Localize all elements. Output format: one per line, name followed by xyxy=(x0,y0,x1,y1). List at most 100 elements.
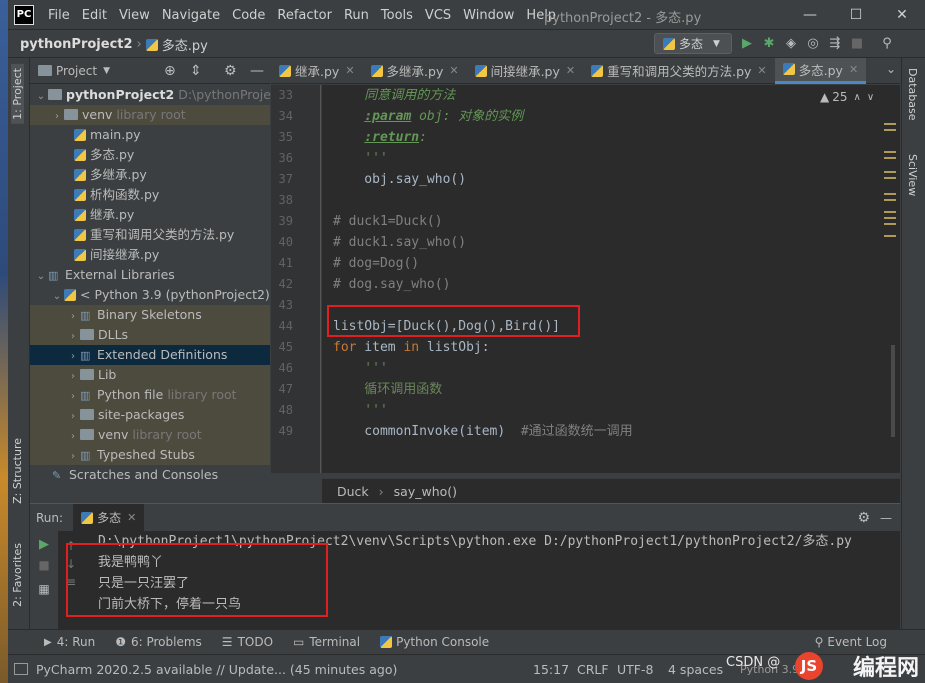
doc-tag: :return xyxy=(364,130,420,145)
editor-tab[interactable]: 间接继承.py ✕ xyxy=(467,58,584,84)
breadcrumb-file[interactable]: 多态.py xyxy=(162,35,208,54)
tree-file[interactable]: 析构函数.py xyxy=(30,185,270,205)
tree-file[interactable]: main.py xyxy=(30,125,270,145)
hide-icon[interactable]: — xyxy=(250,63,264,79)
search-icon[interactable]: ⚲ xyxy=(876,33,898,55)
close-tab-icon[interactable]: ✕ xyxy=(849,63,858,76)
run-tab[interactable]: 多态 ✕ xyxy=(73,504,145,531)
desktop-background xyxy=(0,0,8,683)
gear-icon[interactable]: ⚙ xyxy=(224,63,237,79)
tab-problems[interactable]: ❶ 6: Problems xyxy=(105,635,212,649)
tree-node-python-sdk[interactable]: ⌄ < Python 3.9 (pythonProject2) > xyxy=(30,285,284,305)
tool-window-icon[interactable] xyxy=(14,663,28,675)
tree-node-external-libraries[interactable]: ⌄ ▥ External Libraries xyxy=(30,265,270,285)
maximize-icon[interactable]: ☐ xyxy=(833,7,879,23)
menu-window[interactable]: Window xyxy=(457,8,520,23)
status-message[interactable]: PyCharm 2020.2.5 available // Update... … xyxy=(36,662,397,677)
tab-todo[interactable]: ☰ TODO xyxy=(212,635,283,649)
menu-run[interactable]: Run xyxy=(338,8,375,23)
code-editor[interactable]: 同意调用的方法 :param obj: 对象的实例 :return: ''' o… xyxy=(322,85,877,473)
terminal-icon: ▭ xyxy=(293,635,305,649)
chevron-down-icon[interactable]: ▼ xyxy=(103,66,110,76)
close-tab-icon[interactable]: ✕ xyxy=(566,64,575,77)
tree-file[interactable]: 重写和调用父类的方法.py xyxy=(30,225,270,245)
close-tab-icon[interactable]: ✕ xyxy=(449,64,458,77)
tree-node-library[interactable]: › Lib xyxy=(30,365,270,385)
tab-project[interactable]: 1: Project xyxy=(11,64,24,124)
menu-tools[interactable]: Tools xyxy=(375,8,419,23)
editor-tab-active[interactable]: 多态.py ✕ xyxy=(774,57,867,84)
chevron-up-icon[interactable]: ∧ xyxy=(854,92,861,103)
project-panel-title[interactable]: Project xyxy=(56,64,97,78)
close-icon[interactable]: ✕ xyxy=(879,7,925,23)
tab-favorites[interactable]: 2: Favorites xyxy=(11,543,24,607)
editor-tab[interactable]: 多继承.py ✕ xyxy=(363,58,467,84)
line-number: 43 xyxy=(278,298,293,312)
hide-icon[interactable]: — xyxy=(880,511,892,525)
tree-node-venv[interactable]: › venv library root xyxy=(30,105,270,125)
tree-node-library-selected[interactable]: › ▥ Extended Definitions xyxy=(30,345,270,365)
chevron-down-icon[interactable]: ∨ xyxy=(867,92,874,103)
run-icon[interactable]: ▶ xyxy=(736,33,758,55)
close-tab-icon[interactable]: ✕ xyxy=(127,511,136,524)
menu-file[interactable]: File xyxy=(42,8,76,23)
debug-icon[interactable]: ✱ xyxy=(758,33,780,55)
tree-node-library[interactable]: › ▥ Python file library root xyxy=(30,385,270,405)
tab-event-log[interactable]: ⚲ Event Log xyxy=(805,635,897,649)
line-separator[interactable]: CRLF xyxy=(577,662,609,677)
tree-file[interactable]: 间接继承.py xyxy=(30,245,270,265)
concurrency-icon[interactable]: ⇶ xyxy=(824,33,846,55)
tab-database[interactable]: Database xyxy=(906,68,919,121)
code-line: # dog.say_who() xyxy=(333,277,451,292)
locate-icon[interactable]: ⊕ xyxy=(164,63,176,79)
editor-tab[interactable]: 重写和调用父类的方法.py ✕ xyxy=(583,58,775,84)
profile-icon[interactable]: ◎ xyxy=(802,33,824,55)
collapse-all-icon[interactable]: ⇕ xyxy=(190,63,202,79)
tree-file[interactable]: 继承.py xyxy=(30,205,270,225)
menu-edit[interactable]: Edit xyxy=(76,8,113,23)
close-tab-icon[interactable]: ✕ xyxy=(345,64,354,77)
tree-file[interactable]: 多态.py xyxy=(30,145,270,165)
file-encoding[interactable]: UTF-8 xyxy=(617,662,653,677)
rerun-icon[interactable]: ▶ xyxy=(30,537,58,552)
tree-file[interactable]: 多继承.py xyxy=(30,165,270,185)
editor-tab-label: 多继承.py xyxy=(386,64,444,79)
editor-tab[interactable]: 继承.py ✕ xyxy=(271,58,363,84)
menu-code[interactable]: Code xyxy=(226,8,271,23)
close-tab-icon[interactable]: ✕ xyxy=(757,64,766,77)
scrollbar-thumb[interactable] xyxy=(891,345,895,437)
gear-icon[interactable]: ⚙ xyxy=(857,510,870,526)
menu-refactor[interactable]: Refactor xyxy=(271,8,338,23)
tree-node-scratches[interactable]: ✎ Scratches and Consoles xyxy=(30,465,270,485)
tab-sciview[interactable]: SciView xyxy=(906,154,919,196)
tab-terminal[interactable]: ▭ Terminal xyxy=(283,635,370,649)
caret-position[interactable]: 15:17 xyxy=(533,662,569,677)
layout-icon[interactable]: ▦ xyxy=(30,582,58,596)
inspection-widget[interactable]: ▲ 25 ∧ ∨ xyxy=(820,90,874,104)
code-text: listObj: xyxy=(419,340,490,355)
run-config-selector[interactable]: 多态 ▼ xyxy=(654,33,732,54)
tree-node-library[interactable]: › DLLs xyxy=(30,325,270,345)
tab-run[interactable]: ▶ 4: Run xyxy=(34,635,105,649)
tree-node-library[interactable]: › site-packages xyxy=(30,405,270,425)
indent-setting[interactable]: 4 spaces xyxy=(668,662,723,677)
breadcrumb-project[interactable]: pythonProject2 xyxy=(20,37,133,52)
menu-view[interactable]: View xyxy=(113,8,156,23)
tab-python-console[interactable]: Python Console xyxy=(370,635,499,649)
tree-node-root[interactable]: ⌄ pythonProject2 D:\pythonProject xyxy=(30,85,283,105)
breadcrumb-class[interactable]: Duck xyxy=(337,484,369,499)
menu-navigate[interactable]: Navigate xyxy=(156,8,226,23)
coverage-icon[interactable]: ◈ xyxy=(780,33,802,55)
tab-list-icon[interactable]: ⌄ xyxy=(886,62,896,76)
tab-label: Terminal xyxy=(309,635,361,649)
tab-structure[interactable]: Z: Structure xyxy=(11,438,24,504)
tree-node-library[interactable]: › ▥ Binary Skeletons xyxy=(30,305,270,325)
line-number: 45 xyxy=(278,340,293,354)
tree-node-library[interactable]: › venv library root xyxy=(30,425,270,445)
menu-vcs[interactable]: VCS xyxy=(419,8,457,23)
minimize-icon[interactable]: — xyxy=(787,7,833,23)
tree-node-library[interactable]: › ▥ Typeshed Stubs xyxy=(30,445,270,465)
stop-icon[interactable]: ■ xyxy=(30,558,58,572)
stop-icon[interactable]: ■ xyxy=(846,33,868,55)
breadcrumb-method[interactable]: say_who() xyxy=(394,484,457,499)
